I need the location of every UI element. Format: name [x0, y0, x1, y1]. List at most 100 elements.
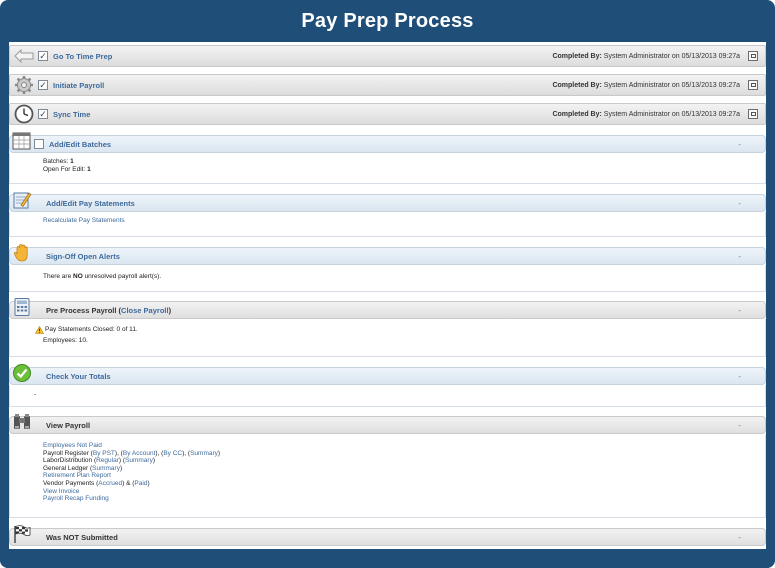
collapse-toggle[interactable]: - [738, 140, 741, 149]
section-body-batches: Batches: 1 Open For Edit: 1 [9, 153, 766, 184]
section-header-totals[interactable]: Check Your Totals - [9, 364, 766, 385]
collapse-toggle[interactable]: - [738, 421, 741, 430]
batches-line: Batches: 1 [43, 158, 765, 166]
open-label: Open For Edit: [43, 165, 86, 173]
completed-info: Completed By: System Administrator on 05… [552, 53, 740, 60]
gl-label: General Ledger ( [43, 464, 93, 472]
spreadsheet-icon [12, 131, 32, 151]
vendor-end: ) [147, 479, 150, 487]
binoculars-icon [12, 412, 32, 432]
labor-regular-link[interactable]: Regular [96, 457, 119, 464]
close-payroll-link[interactable]: Close Payroll [121, 306, 169, 315]
register-end: ) [217, 449, 221, 457]
register-sep: ), ( [114, 449, 123, 457]
section-title: View Payroll [46, 420, 91, 430]
vendor-label: Vendor Payments ( [43, 479, 99, 487]
completed-by-value: System Administrator on 05/13/2013 09:27… [603, 81, 740, 89]
register-by-pst-link[interactable]: By PST [93, 450, 115, 457]
section-title: Check Your Totals [46, 371, 111, 381]
page-title: Pay Prep Process [301, 9, 474, 32]
recalculate-link[interactable]: Recalculate Pay Statements [43, 217, 765, 225]
completed-by-label: Completed By: [552, 81, 602, 89]
gl-end: ) [119, 464, 123, 472]
section-title: Was NOT Submitted [46, 532, 118, 542]
title-prefix: Pre Process Payroll ( [46, 305, 122, 315]
step-checkbox[interactable]: ✓ [38, 51, 48, 61]
labor-distribution-line: LaborDistribution (Regular) (Summary) [43, 457, 765, 465]
back-arrow-icon [13, 45, 35, 67]
general-ledger-line: General Ledger (Summary) [43, 465, 765, 473]
section-body-view-payroll: Employees Not Paid Payroll Register (By … [9, 434, 766, 518]
gear-icon [13, 74, 35, 96]
section-header-batches[interactable]: Add/Edit Batches - [9, 132, 766, 153]
vendor-payments-line: Vendor Payments (Accrued) & (Paid) [43, 480, 765, 488]
section-header-view-payroll[interactable]: View Payroll - [9, 414, 766, 434]
step-link-time-prep[interactable]: Go To Time Prep [53, 52, 112, 61]
employees-not-paid-link[interactable]: Employees Not Paid [43, 442, 765, 450]
section-header-pay-statements[interactable]: Add/Edit Pay Statements - [9, 192, 766, 212]
register-summary-link[interactable]: Summary [190, 450, 218, 457]
vendor-sep: ) & ( [122, 479, 135, 487]
step-checkbox[interactable]: ✓ [38, 109, 48, 119]
register-by-account-link[interactable]: By Account [123, 450, 156, 457]
checkered-flag-icon [12, 524, 32, 544]
statements-closed-text: Pay Statements Closed: 0 of 11. [45, 326, 138, 334]
details-button[interactable] [748, 80, 758, 90]
batches-label: Batches: [43, 158, 69, 165]
section-title: Add/Edit Pay Statements [46, 198, 135, 208]
payroll-register-line: Payroll Register (By PST), (By Account),… [43, 450, 765, 458]
alerts-text-after: unresolved payroll alert(s). [84, 273, 162, 280]
section-header-not-submitted[interactable]: Was NOT Submitted - [9, 525, 766, 546]
details-button[interactable] [748, 51, 758, 61]
section-header-alerts[interactable]: Sign-Off Open Alerts - [9, 244, 766, 265]
completed-by-label: Completed By: [552, 110, 602, 118]
step-link-sync-time[interactable]: Sync Time [53, 110, 90, 119]
register-sep: ), ( [182, 449, 191, 457]
alerts-text-bold: NO [73, 273, 83, 280]
batches-value: 1 [70, 158, 74, 165]
title-bar: Pay Prep Process [0, 0, 775, 42]
section-header-preprocess[interactable]: Pre Process Payroll (Close Payroll) - [9, 298, 766, 319]
employees-text: Employees: 10. [43, 337, 88, 344]
details-button[interactable] [748, 109, 758, 119]
register-by-cc-link[interactable]: By CC [163, 450, 182, 457]
completed-by-label: Completed By: [552, 52, 602, 60]
labor-summary-link[interactable]: Summary [125, 457, 153, 464]
bottom-bar [0, 549, 775, 568]
totals-body: - [34, 391, 37, 398]
step-row-sync-time: ✓ Sync Time Completed By: System Adminis… [9, 103, 766, 125]
open-value: 1 [87, 165, 91, 173]
gl-summary-link[interactable]: Summary [92, 465, 120, 472]
collapse-toggle[interactable]: - [738, 199, 741, 208]
section-body-preprocess: Pay Statements Closed: 0 of 11. Employee… [9, 319, 766, 357]
pencil-notepad-icon [12, 190, 32, 210]
collapse-toggle[interactable]: - [738, 252, 741, 261]
section-checkbox[interactable] [34, 139, 44, 149]
warning-icon [35, 326, 44, 334]
completed-info: Completed By: System Administrator on 05… [552, 111, 740, 118]
view-invoice-link[interactable]: View Invoice [43, 488, 765, 496]
completed-by-value: System Administrator on 05/13/2013 09:27… [603, 110, 740, 118]
collapse-toggle[interactable]: - [738, 372, 741, 381]
hand-stop-icon [12, 243, 32, 263]
section-title: Sign-Off Open Alerts [46, 251, 120, 261]
step-link-initiate-payroll[interactable]: Initiate Payroll [53, 81, 104, 90]
completed-info: Completed By: System Administrator on 05… [552, 82, 740, 89]
section-body-totals: - [9, 385, 766, 407]
alerts-text: There are NO unresolved payroll alert(s)… [43, 273, 765, 281]
step-row-time-prep: ✓ Go To Time Prep Completed By: System A… [9, 45, 766, 67]
collapse-toggle[interactable]: - [738, 306, 741, 315]
content-panel: ✓ Go To Time Prep Completed By: System A… [9, 42, 766, 549]
collapse-toggle[interactable]: - [738, 533, 741, 542]
section-title: Add/Edit Batches [49, 139, 112, 149]
recap-funding-link[interactable]: Payroll Recap Funding [43, 495, 765, 503]
completed-by-value: System Administrator on 05/13/2013 09:27… [603, 52, 740, 60]
vendor-paid-link[interactable]: Paid [134, 480, 147, 487]
section-title: Pre Process Payroll (Close Payroll) [46, 306, 171, 315]
vendor-accrued-link[interactable]: Accrued [98, 480, 122, 487]
clock-icon [13, 103, 35, 125]
green-check-icon [12, 363, 32, 383]
step-checkbox[interactable]: ✓ [38, 80, 48, 90]
retirement-report-link[interactable]: Retirement Plan Report [43, 472, 765, 480]
register-label: Payroll Register ( [43, 449, 93, 457]
